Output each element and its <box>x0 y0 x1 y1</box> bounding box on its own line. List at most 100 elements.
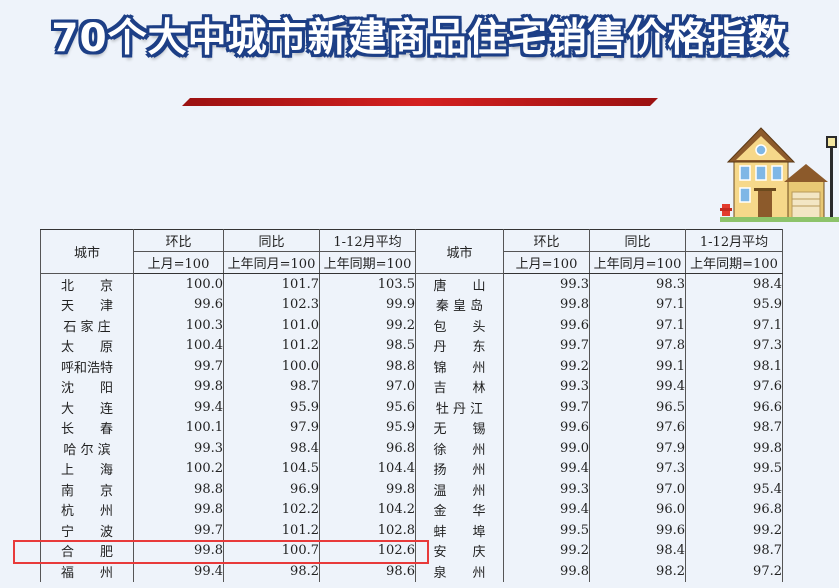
header-avg-left: 1-12月平均 <box>319 229 416 252</box>
cell-mom-left: 99.4 <box>133 397 224 418</box>
cell-city-right: 牡 丹 江 <box>415 397 504 418</box>
cell-mom-right: 99.4 <box>503 499 590 520</box>
cell-city-right: 唐 山 <box>415 273 504 295</box>
cell-city-left: 杭 州 <box>40 499 134 520</box>
cell-city-right: 吉 林 <box>415 376 504 397</box>
cell-city-left: 福 州 <box>40 561 134 582</box>
cell-city-right: 泉 州 <box>415 561 504 582</box>
table-row: 哈 尔 滨 99.3 98.4 96.8 徐 州 99.0 97.9 99.8 <box>40 438 783 459</box>
cell-yoy-left: 98.2 <box>223 561 320 582</box>
cell-avg-right: 97.3 <box>685 335 783 356</box>
cell-avg-right: 97.6 <box>685 376 783 397</box>
cell-avg-right: 99.5 <box>685 458 783 479</box>
header-mom-base-right: 上月=100 <box>503 251 590 274</box>
cell-mom-left: 100.2 <box>133 458 224 479</box>
cell-yoy-right: 96.0 <box>589 499 686 520</box>
table-row: 上 海 100.2 104.5 104.4 扬 州 99.4 97.3 99.5 <box>40 458 783 479</box>
cell-city-right: 秦 皇 岛 <box>415 294 504 315</box>
cell-avg-right: 96.6 <box>685 397 783 418</box>
cell-city-right: 扬 州 <box>415 458 504 479</box>
cell-avg-right: 98.1 <box>685 356 783 377</box>
cell-yoy-left: 95.9 <box>223 397 320 418</box>
cell-mom-right: 99.3 <box>503 273 590 295</box>
cell-mom-left: 100.3 <box>133 315 224 336</box>
cell-city-right: 温 州 <box>415 479 504 500</box>
header-avg-base-left: 上年同期=100 <box>319 251 416 274</box>
table-row: 北 京 100.0 101.7 103.5 唐 山 99.3 98.3 98.4 <box>40 273 783 295</box>
cell-mom-right: 99.6 <box>503 315 590 336</box>
cell-city-right: 徐 州 <box>415 438 504 459</box>
table-row: 沈 阳 99.8 98.7 97.0 吉 林 99.3 99.4 97.6 <box>40 376 783 397</box>
table-row: 杭 州 99.8 102.2 104.2 金 华 99.4 96.0 96.8 <box>40 499 783 520</box>
highlight-box-hefei <box>13 540 429 564</box>
cell-avg-left: 95.9 <box>319 417 416 438</box>
table-row: 宁 波 99.7 101.2 102.8 蚌 埠 99.5 99.6 99.2 <box>40 520 783 541</box>
cell-avg-left: 98.5 <box>319 335 416 356</box>
cell-city-left: 宁 波 <box>40 520 134 541</box>
cell-mom-right: 99.3 <box>503 479 590 500</box>
table-row: 南 京 98.8 96.9 99.8 温 州 99.3 97.0 95.4 <box>40 479 783 500</box>
cell-mom-left: 100.0 <box>133 273 224 295</box>
cell-avg-right: 97.1 <box>685 315 783 336</box>
header-mom-right: 环比 <box>503 229 590 252</box>
header-yoy-base-left: 上年同月=100 <box>223 251 320 274</box>
house-illustration-icon <box>720 127 839 222</box>
cell-yoy-left: 101.0 <box>223 315 320 336</box>
table-row: 长 春 100.1 97.9 95.9 无 锡 99.6 97.6 98.7 <box>40 417 783 438</box>
header-city-right: 城市 <box>415 229 504 274</box>
cell-avg-left: 95.6 <box>319 397 416 418</box>
cell-city-right: 锦 州 <box>415 356 504 377</box>
cell-yoy-left: 96.9 <box>223 479 320 500</box>
table-row: 大 连 99.4 95.9 95.6 牡 丹 江 99.7 96.5 96.6 <box>40 397 783 418</box>
cell-mom-right: 99.8 <box>503 561 590 582</box>
cell-city-right: 包 头 <box>415 315 504 336</box>
cell-yoy-right: 99.4 <box>589 376 686 397</box>
price-index-table: 城市 环比 同比 1-12月平均 城市 环比 同比 1-12月平均 上月=100… <box>40 229 783 582</box>
header-mom-left: 环比 <box>133 229 224 252</box>
cell-avg-left: 102.8 <box>319 520 416 541</box>
cell-city-right: 金 华 <box>415 499 504 520</box>
cell-avg-left: 98.6 <box>319 561 416 582</box>
cell-yoy-left: 102.2 <box>223 499 320 520</box>
cell-yoy-left: 97.9 <box>223 417 320 438</box>
cell-city-left: 沈 阳 <box>40 376 134 397</box>
page-title: 70个大中城市新建商品住宅销售价格指数 <box>51 16 788 61</box>
table-row: 太 原 100.4 101.2 98.5 丹 东 99.7 97.8 97.3 <box>40 335 783 356</box>
cell-yoy-right: 99.6 <box>589 520 686 541</box>
cell-avg-left: 99.9 <box>319 294 416 315</box>
title-underline-bar <box>182 98 658 106</box>
cell-yoy-right: 96.5 <box>589 397 686 418</box>
cell-yoy-right: 97.0 <box>589 479 686 500</box>
cell-avg-right: 98.4 <box>685 273 783 295</box>
cell-city-right: 丹 东 <box>415 335 504 356</box>
header-yoy-right: 同比 <box>589 229 686 252</box>
cell-yoy-left: 101.2 <box>223 335 320 356</box>
cell-avg-right: 97.2 <box>685 561 783 582</box>
cell-mom-left: 99.8 <box>133 499 224 520</box>
cell-avg-left: 104.4 <box>319 458 416 479</box>
cell-mom-left: 99.6 <box>133 294 224 315</box>
cell-yoy-left: 101.7 <box>223 273 320 295</box>
cell-mom-left: 99.8 <box>133 376 224 397</box>
cell-yoy-left: 102.3 <box>223 294 320 315</box>
cell-city-right: 无 锡 <box>415 417 504 438</box>
cell-avg-left: 96.8 <box>319 438 416 459</box>
cell-mom-right: 99.6 <box>503 417 590 438</box>
cell-city-left: 北 京 <box>40 273 134 295</box>
cell-avg-right: 99.8 <box>685 438 783 459</box>
cell-city-left: 长 春 <box>40 417 134 438</box>
cell-mom-right: 99.3 <box>503 376 590 397</box>
cell-yoy-left: 104.5 <box>223 458 320 479</box>
cell-yoy-right: 97.1 <box>589 294 686 315</box>
header-mom-base-left: 上月=100 <box>133 251 224 274</box>
cell-yoy-right: 97.8 <box>589 335 686 356</box>
cell-mom-right: 99.7 <box>503 397 590 418</box>
header-city-left: 城市 <box>40 229 134 274</box>
cell-city-left: 太 原 <box>40 335 134 356</box>
cell-mom-right: 99.2 <box>503 356 590 377</box>
cell-mom-left: 99.7 <box>133 520 224 541</box>
cell-yoy-right: 97.3 <box>589 458 686 479</box>
cell-mom-right: 99.7 <box>503 335 590 356</box>
cell-yoy-right: 97.6 <box>589 417 686 438</box>
table-row: 呼和浩特 99.7 100.0 98.8 锦 州 99.2 99.1 98.1 <box>40 356 783 377</box>
